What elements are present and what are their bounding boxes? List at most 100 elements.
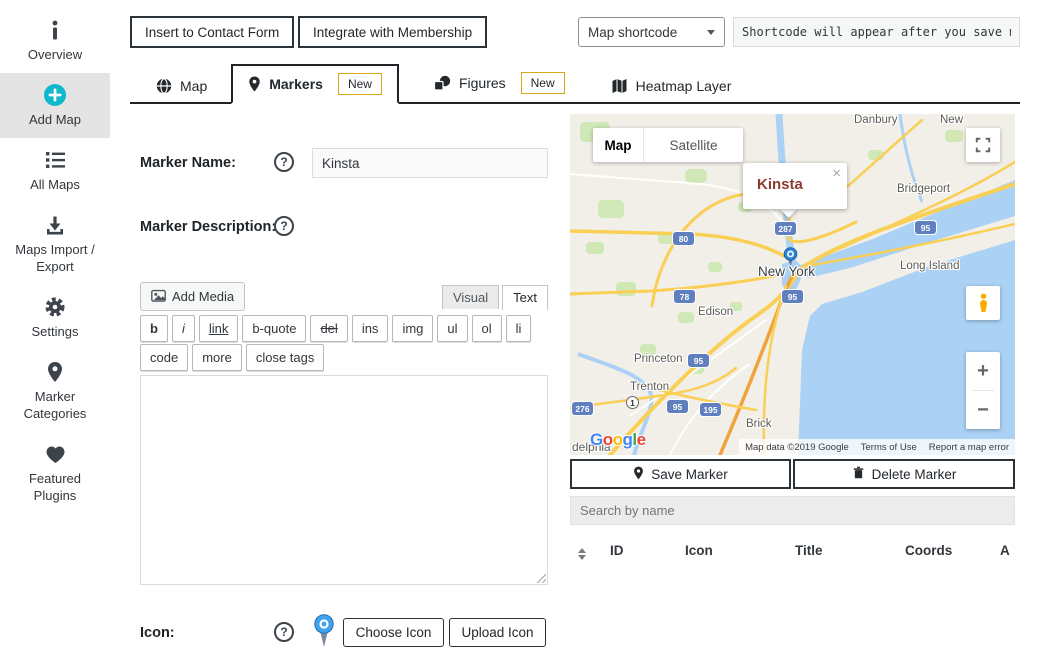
tab-markers-label: Markers (269, 76, 323, 92)
qt-more-button[interactable]: more (192, 344, 242, 371)
figures-new-badge[interactable]: New (521, 72, 565, 94)
logo-letter: e (637, 430, 646, 449)
globe-icon (156, 78, 172, 94)
tab-heatmap-layer[interactable]: Heatmap Layer (599, 70, 744, 102)
qt-del-button[interactable]: del (310, 315, 347, 342)
icon-help-icon[interactable]: ? (274, 622, 294, 642)
column-header-icon[interactable]: Icon (685, 543, 795, 558)
map-town-label: New (940, 114, 963, 126)
sidebar-item-label: Featured Plugins (6, 470, 104, 504)
sidebar-item-add-map[interactable]: Add Map (0, 73, 110, 138)
route-shield: 95 (782, 290, 803, 303)
infowindow-title: Kinsta (757, 176, 803, 193)
map-town-label: Long Island (900, 260, 959, 272)
sidebar-item-import-export[interactable]: Maps Import / Export (0, 203, 110, 285)
qt-blockquote-button[interactable]: b-quote (242, 315, 306, 342)
icon-label: Icon: (140, 625, 175, 641)
map-shortcode-select[interactable]: Map shortcode (578, 17, 725, 47)
pegman-button[interactable] (966, 286, 1000, 320)
zoom-in-button[interactable]: + (966, 352, 1000, 390)
column-header-id[interactable]: ID (610, 543, 685, 558)
map-marker[interactable] (782, 247, 799, 272)
column-header-title[interactable]: Title (795, 543, 905, 558)
google-map[interactable]: Danbury New Bridgeport Long Island New Y… (570, 114, 1015, 455)
sidebar-item-label: Maps Import / Export (6, 241, 104, 275)
marker-name-input[interactable] (312, 148, 548, 178)
route-shield-us1: 1 (626, 396, 639, 409)
google-logo[interactable]: Google (590, 430, 646, 450)
gear-icon (44, 295, 66, 319)
qt-ins-button[interactable]: ins (352, 315, 389, 342)
fullscreen-button[interactable] (966, 128, 1000, 162)
delete-marker-label: Delete Marker (872, 467, 957, 482)
marker-name-label: Marker Name: (140, 155, 236, 171)
plugin-admin-page: Overview Add Map All Maps Maps Import / … (0, 0, 1050, 656)
qt-ol-button[interactable]: ol (472, 315, 502, 342)
insert-to-contact-form-button[interactable]: Insert to Contact Form (130, 16, 294, 48)
pegman-icon (976, 293, 991, 313)
choose-icon-button[interactable]: Choose Icon (343, 618, 444, 647)
save-marker-button[interactable]: Save Marker (570, 459, 791, 489)
editor-tab-visual[interactable]: Visual (442, 285, 499, 309)
marker-icon-preview (313, 614, 335, 653)
marker-description-textarea[interactable] (140, 375, 548, 585)
qt-img-button[interactable]: img (392, 315, 433, 342)
list-icon (45, 148, 66, 172)
column-header-coords[interactable]: Coords (905, 543, 1000, 558)
tab-markers[interactable]: Markers New (231, 64, 399, 104)
trash-icon (852, 466, 865, 483)
map-town-label: Bridgeport (897, 183, 950, 195)
chevron-down-icon (707, 30, 715, 35)
qt-code-button[interactable]: code (140, 344, 188, 371)
fullscreen-icon (975, 137, 991, 153)
download-icon (45, 213, 65, 237)
marker-name-help-icon[interactable]: ? (274, 152, 294, 172)
sort-icon[interactable] (570, 541, 610, 560)
sidebar-item-settings[interactable]: Settings (0, 285, 110, 350)
sidebar-item-marker-categories[interactable]: Marker Categories (0, 350, 110, 432)
save-marker-label: Save Marker (651, 467, 728, 482)
add-map-plus-icon (43, 83, 67, 107)
sidebar-item-all-maps[interactable]: All Maps (0, 138, 110, 203)
quicktags-row-1: b i link b-quote del ins img ul ol li (140, 315, 531, 342)
sidebar-item-featured-plugins[interactable]: Featured Plugins (0, 432, 110, 514)
shortcode-output-field[interactable] (733, 17, 1020, 47)
editor-tab-text[interactable]: Text (502, 285, 548, 310)
route-shield: 95 (688, 354, 709, 367)
integrate-with-membership-button[interactable]: Integrate with Membership (298, 16, 487, 48)
tab-figures[interactable]: Figures New (421, 64, 577, 102)
tab-figures-label: Figures (459, 75, 506, 91)
qt-li-button[interactable]: li (506, 315, 532, 342)
logo-letter: o (613, 430, 623, 449)
sidebar-item-overview[interactable]: Overview (0, 8, 110, 73)
route-shield: 80 (673, 232, 694, 245)
infowindow-close-icon[interactable]: × (832, 166, 841, 181)
save-marker-pin-icon (633, 466, 644, 483)
terms-of-use-link[interactable]: Terms of Use (861, 442, 917, 453)
column-header-actions[interactable]: A (1000, 543, 1020, 558)
upload-icon-label: Upload Icon (461, 625, 533, 640)
marker-description-help-icon[interactable]: ? (274, 216, 294, 236)
map-town-label: Edison (698, 306, 733, 318)
upload-icon-button[interactable]: Upload Icon (449, 618, 546, 647)
qt-bold-button[interactable]: b (140, 315, 168, 342)
zoom-out-button[interactable]: − (966, 391, 1000, 429)
report-map-error-link[interactable]: Report a map error (929, 442, 1009, 453)
tab-map[interactable]: Map (144, 70, 219, 102)
map-type-control: Map Satellite (593, 128, 743, 162)
quicktags-row-2: code more close tags (140, 344, 324, 371)
qt-ul-button[interactable]: ul (437, 315, 467, 342)
tab-heatmap-label: Heatmap Layer (636, 78, 732, 94)
delete-marker-button[interactable]: Delete Marker (793, 459, 1015, 489)
qt-closetags-button[interactable]: close tags (246, 344, 325, 371)
map-type-map-button[interactable]: Map (593, 128, 643, 162)
route-shield: 195 (700, 403, 721, 416)
map-pin-icon (45, 360, 65, 384)
sidebar-item-label: All Maps (30, 176, 80, 193)
qt-italic-button[interactable]: i (172, 315, 195, 342)
map-type-satellite-button[interactable]: Satellite (644, 128, 743, 162)
qt-link-button[interactable]: link (199, 315, 239, 342)
map-shortcode-select-value: Map shortcode (588, 25, 677, 40)
marker-search-input[interactable] (570, 496, 1015, 525)
markers-new-badge[interactable]: New (338, 73, 382, 95)
